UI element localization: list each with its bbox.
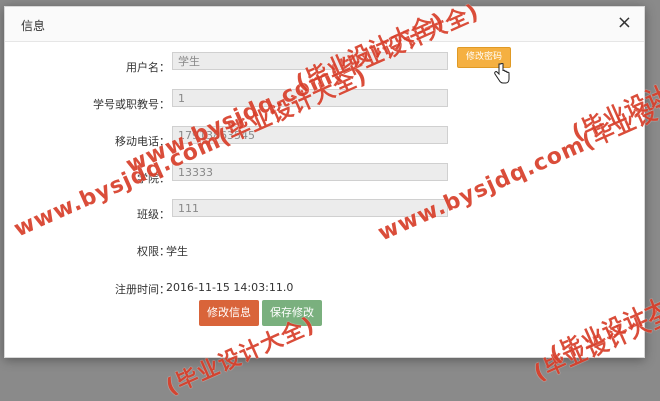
username-label: 用户名： xyxy=(126,61,170,74)
hand-pointer-icon xyxy=(494,63,510,84)
permission-value: 学生 xyxy=(166,245,188,258)
college-field[interactable] xyxy=(172,163,448,181)
close-icon[interactable]: × xyxy=(617,12,632,33)
permission-row: 权限： 学生 xyxy=(0,240,660,260)
student-id-label: 学号或职教号： xyxy=(93,98,170,111)
register-time-row: 注册时间： 2016-11-15 14:03:11.0 xyxy=(0,278,660,298)
edit-info-button[interactable]: 修改信息 xyxy=(199,300,259,326)
register-time-value: 2016-11-15 14:03:11.0 xyxy=(166,281,294,294)
register-time-label: 注册时间： xyxy=(115,283,170,296)
dialog-header: 信息 × xyxy=(5,7,644,42)
permission-label: 权限： xyxy=(137,245,170,258)
dialog-title: 信息 xyxy=(21,19,46,33)
